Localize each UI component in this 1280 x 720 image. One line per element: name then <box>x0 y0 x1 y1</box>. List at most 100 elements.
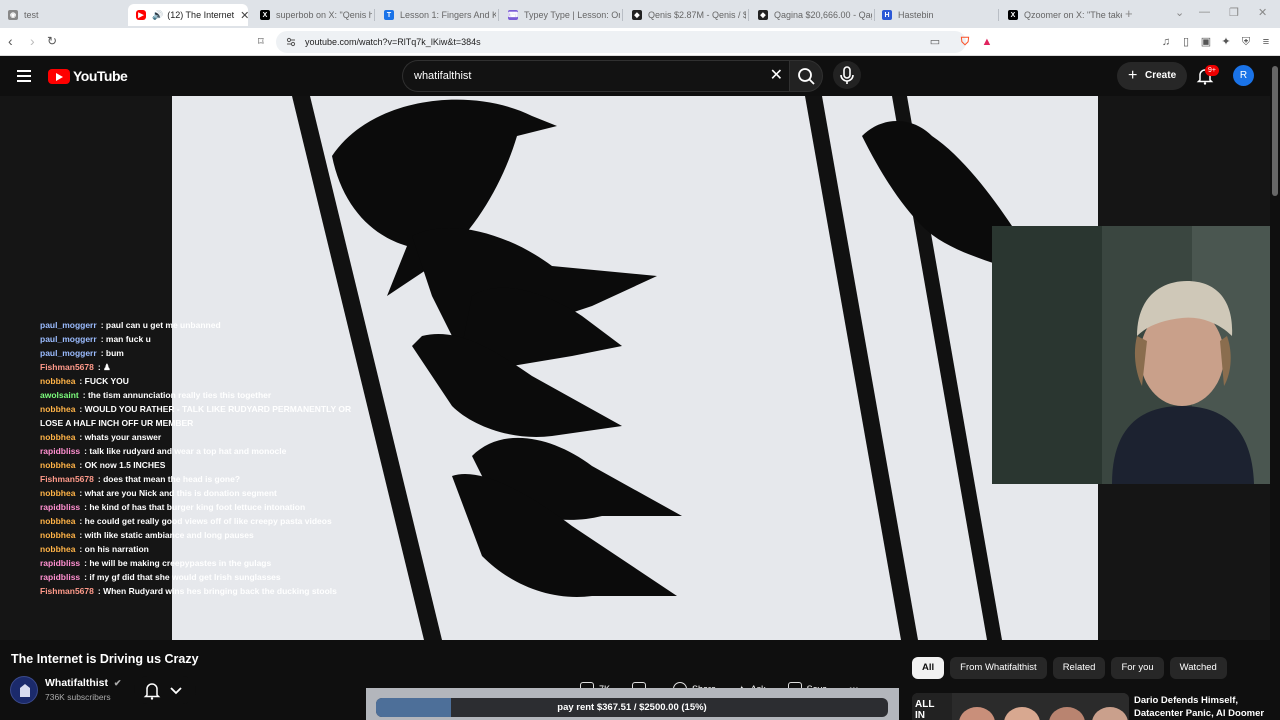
account-avatar[interactable]: R <box>1233 65 1254 86</box>
new-tab-icon[interactable]: + <box>1125 6 1133 21</box>
tab-divider <box>998 9 999 21</box>
tab-divider <box>748 9 749 21</box>
chat-message: WOULD YOU RATHER - TALK LIKE RUDYARD PER… <box>84 404 352 414</box>
create-button[interactable]: + Create <box>1117 62 1187 90</box>
page-scrollbar[interactable] <box>1270 56 1280 720</box>
voice-search-button[interactable] <box>833 61 861 89</box>
chip-for-you[interactable]: For you <box>1111 657 1164 679</box>
channel-avatar[interactable] <box>10 676 38 704</box>
chat-line: nobbhea: FUCK YOU <box>40 376 129 386</box>
bookmark-icon[interactable]: ⌑ <box>258 35 264 48</box>
browser-tab[interactable]: ◆ Qagina $20,666.00 - Qag <box>750 4 872 26</box>
chat-line: rapidbliss: he kind of has that burger k… <box>40 502 306 512</box>
leo-ai-icon[interactable]: ✦ <box>1219 35 1233 49</box>
chat-username: rapidbliss <box>40 558 81 568</box>
browser-tab[interactable]: ◉ test <box>0 4 125 26</box>
chat-username: nobbhea <box>40 516 76 526</box>
sidebar-icon[interactable]: ▯ <box>1179 35 1193 49</box>
search-icon <box>798 68 815 85</box>
site-info-icon[interactable] <box>286 37 296 47</box>
chat-message: man fuck u <box>105 334 151 344</box>
chat-line: nobbhea: OK now 1.5 INCHES <box>40 460 166 470</box>
minimize-icon[interactable]: — <box>1199 6 1210 18</box>
recommendation-filter-chips: All From Whatifalthist Related For you W… <box>912 657 1233 679</box>
forward-icon[interactable]: › <box>30 33 35 49</box>
chat-line: nobbhea: WOULD YOU RATHER - TALK LIKE RU… <box>40 404 352 414</box>
youtube-wordmark: YouTube <box>73 68 128 84</box>
chat-line: rapidbliss: he will be making creepypast… <box>40 558 272 568</box>
browser-tab-active[interactable]: ▶ 🔊 (12) The Internet ✕ <box>128 4 248 26</box>
recommended-video-title[interactable]: Dario Defends Himself, Datacenter Panic,… <box>1134 694 1270 720</box>
reload-icon[interactable]: ↻ <box>47 34 57 48</box>
video-player[interactable]: paul_moggerr: paul can u get me unbanned… <box>0 96 1280 640</box>
menu-hamburger-icon[interactable] <box>17 70 31 82</box>
search-input[interactable]: whatifalthist ✕ <box>402 60 789 92</box>
url-bar[interactable]: youtube.com/watch?v=RlTq7k_lKiw&t=384s <box>276 31 966 53</box>
browser-tab[interactable]: X Qzoomer on X: "The take <box>1000 4 1122 26</box>
scrollbar-thumb[interactable] <box>1272 66 1278 196</box>
tab-title: Lesson 1: Fingers And Ke <box>400 10 496 20</box>
vpn-icon[interactable]: ⛨ <box>1239 35 1253 49</box>
close-tab-icon[interactable]: ✕ <box>234 9 248 22</box>
wallet-icon[interactable]: ▣ <box>1199 35 1213 49</box>
close-window-icon[interactable]: ✕ <box>1258 6 1267 19</box>
menu-icon[interactable]: ≡ <box>1259 35 1273 49</box>
browser-tab-strip: ◉ test ▶ 🔊 (12) The Internet ✕ X superbo… <box>0 0 1280 28</box>
chat-line: LOSE A HALF INCH OFF UR MEMBER <box>40 416 400 430</box>
chat-username: nobbhea <box>40 544 76 554</box>
create-label: Create <box>1145 70 1177 81</box>
notifications-badge: 9+ <box>1205 65 1219 76</box>
x-icon: X <box>1008 10 1018 20</box>
youtube-logo[interactable]: YouTube <box>48 68 128 84</box>
clear-search-icon[interactable]: ✕ <box>770 61 783 91</box>
dex-icon: ◆ <box>632 10 642 20</box>
search-button[interactable] <box>789 60 823 92</box>
brave-rewards-icon[interactable]: ▲ <box>980 35 994 49</box>
media-icon[interactable]: ♫ <box>1159 35 1173 49</box>
channel-name[interactable]: Whatifalthist ✔ <box>45 677 121 689</box>
chat-message: he kind of has that burger king foot let… <box>89 502 306 512</box>
chip-related[interactable]: Related <box>1052 657 1106 679</box>
globe-icon: ◉ <box>8 10 18 20</box>
chat-message: whats your answer <box>84 432 162 442</box>
cast-icon[interactable]: ▭ <box>928 35 942 49</box>
chat-message: talk like rudyard and wear a top hat and… <box>89 446 287 456</box>
chat-username: nobbhea <box>40 404 76 414</box>
browser-tab[interactable]: ⌨ Typey Type | Lesson: One <box>500 4 620 26</box>
back-icon[interactable]: ‹ <box>8 33 13 49</box>
thumbnail-image: ALL IN <box>912 693 1129 720</box>
chat-line: awolsaint: the tism annunciation really … <box>40 390 272 400</box>
recommended-video-thumbnail[interactable]: ALL IN <box>912 693 1129 720</box>
chat-username: rapidbliss <box>40 572 81 582</box>
chip-all[interactable]: All <box>912 657 945 679</box>
video-title: The Internet is Driving us Crazy <box>11 652 199 666</box>
browser-tab[interactable]: X superbob on X: "Qenis ha <box>252 4 372 26</box>
browser-tab[interactable]: H Hastebin <box>874 4 998 26</box>
chat-line: nobbhea: on his narration <box>40 544 149 554</box>
chat-line: Fishman5678: ♟ <box>40 362 111 372</box>
chat-message: does that mean the head is gone? <box>103 474 241 484</box>
browser-tab[interactable]: ◆ Qenis $2.87M - Qenis / $ <box>624 4 746 26</box>
chat-line: nobbhea: with like static ambiance and l… <box>40 530 254 540</box>
chat-line: nobbhea: he could get really good views … <box>40 516 332 526</box>
chip-watched[interactable]: Watched <box>1169 657 1227 679</box>
speaker-icon: 🔊 <box>152 9 164 20</box>
x-icon: X <box>260 10 270 20</box>
search-value: whatifalthist <box>414 70 472 82</box>
tab-title: Qzoomer on X: "The take <box>1024 10 1122 20</box>
youtube-play-icon <box>48 68 70 84</box>
chip-from-channel[interactable]: From Whatifalthist <box>950 657 1047 679</box>
maximize-icon[interactable]: ❐ <box>1229 6 1239 19</box>
dex-icon: ◆ <box>758 10 768 20</box>
tab-search-icon[interactable]: ⌄ <box>1175 6 1184 19</box>
chat-username: paul_moggerr <box>40 348 97 358</box>
tab-title: Qagina $20,666.00 - Qag <box>774 10 872 20</box>
browser-tab[interactable]: T Lesson 1: Fingers And Ke <box>376 4 496 26</box>
chat-username: nobbhea <box>40 432 76 442</box>
brave-shield-icon[interactable]: ⛉ <box>958 35 972 49</box>
chat-message: what are you Nick and this is donation s… <box>84 488 277 498</box>
chat-line: nobbhea: whats your answer <box>40 432 162 442</box>
chat-message: LOSE A HALF INCH OFF UR MEMBER <box>40 418 194 428</box>
plus-icon: + <box>1128 67 1138 84</box>
subscription-bell-button[interactable] <box>134 676 196 704</box>
